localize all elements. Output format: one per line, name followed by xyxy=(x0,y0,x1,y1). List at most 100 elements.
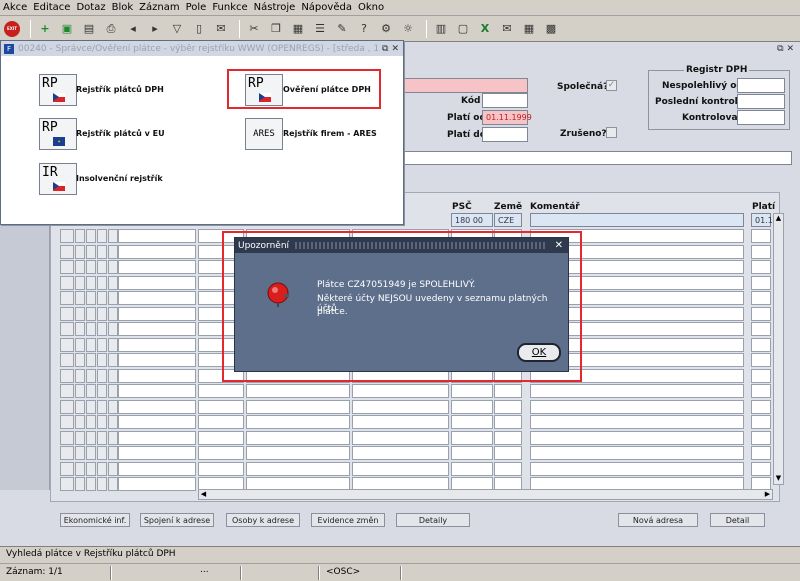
row-flag-cell[interactable] xyxy=(97,415,107,429)
cut-icon[interactable]: ✂ xyxy=(245,20,263,38)
spolecna-checkbox[interactable]: ✓ xyxy=(606,80,617,91)
row-flag-cell[interactable] xyxy=(60,291,74,305)
row-flag-cell[interactable] xyxy=(86,306,96,321)
calendar-icon[interactable]: ▦ xyxy=(520,20,538,38)
row-flag-cell[interactable] xyxy=(75,353,85,367)
table-cell[interactable] xyxy=(751,306,771,321)
menu-blok[interactable]: Blok xyxy=(112,2,134,13)
row-flag-cell[interactable] xyxy=(86,291,96,305)
detail-button[interactable]: Detail xyxy=(710,513,765,527)
grid-vertical-scrollbar[interactable] xyxy=(773,213,784,485)
row-flag-cell[interactable] xyxy=(60,306,74,321)
rejstrik-platcu-eu-button[interactable]: RP ✦ xyxy=(39,118,77,150)
row-flag-cell[interactable] xyxy=(108,384,118,398)
table-cell[interactable] xyxy=(530,399,744,414)
insolvencni-rejstrik-label[interactable]: Insolvenční rejstřík xyxy=(76,174,163,183)
menu-napoveda[interactable]: Nápověda xyxy=(301,2,352,13)
row-flag-cell[interactable] xyxy=(60,244,74,259)
row-flag-cell[interactable] xyxy=(75,306,85,321)
table-cell[interactable] xyxy=(352,384,449,398)
row-flag-cell[interactable] xyxy=(108,306,118,321)
row-flag-cell[interactable] xyxy=(97,353,107,367)
table-cell[interactable] xyxy=(118,399,196,414)
menu-pole[interactable]: Pole xyxy=(186,2,207,13)
help-icon[interactable]: ? xyxy=(355,20,373,38)
table-cell[interactable] xyxy=(751,415,771,429)
grid-horizontal-scrollbar[interactable] xyxy=(198,489,773,500)
nova-adresa-button[interactable]: Nová adresa xyxy=(618,513,698,527)
row-flag-cell[interactable] xyxy=(97,430,107,445)
table-cell[interactable] xyxy=(118,244,196,259)
table-cell[interactable] xyxy=(751,337,771,352)
menu-editace[interactable]: Editace xyxy=(33,2,70,13)
row-flag-cell[interactable] xyxy=(60,368,74,383)
table-cell[interactable] xyxy=(494,461,522,476)
row-flag-cell[interactable] xyxy=(108,353,118,367)
row-flag-cell[interactable] xyxy=(108,244,118,259)
scroll-down-icon[interactable]: ▼ xyxy=(774,474,783,483)
paste-icon[interactable]: ▦ xyxy=(289,20,307,38)
kontroloval-field[interactable] xyxy=(737,110,785,125)
row-flag-cell[interactable] xyxy=(75,399,85,414)
edit-icon[interactable]: ✎ xyxy=(333,20,351,38)
excel-icon[interactable]: X xyxy=(476,20,494,38)
registry-window-titlebar[interactable]: F 00240 - Správce/Ověření plátce - výběr… xyxy=(1,41,403,56)
row-flag-cell[interactable] xyxy=(97,384,107,398)
table-cell[interactable] xyxy=(352,461,449,476)
menu-akce[interactable]: Akce xyxy=(3,2,27,13)
row-flag-cell[interactable] xyxy=(108,461,118,476)
table-cell[interactable] xyxy=(530,415,744,429)
scroll-right-icon[interactable]: ▶ xyxy=(763,490,772,499)
long-text-field[interactable] xyxy=(404,151,792,165)
row-flag-cell[interactable] xyxy=(97,477,107,491)
overeni-platce-dph-label[interactable]: Ověření plátce DPH xyxy=(283,85,371,94)
detaily-button[interactable]: Detaily xyxy=(396,513,470,527)
row-flag-cell[interactable] xyxy=(60,415,74,429)
rejstrik-firem-ares-button[interactable]: ARES xyxy=(245,118,283,150)
table-cell[interactable] xyxy=(352,399,449,414)
query-icon[interactable]: ▯ xyxy=(190,20,208,38)
table-cell[interactable] xyxy=(751,461,771,476)
table-cell[interactable] xyxy=(751,322,771,336)
row-flag-cell[interactable] xyxy=(75,244,85,259)
note-icon[interactable]: ▥ xyxy=(432,20,450,38)
row-flag-cell[interactable] xyxy=(86,477,96,491)
table-cell[interactable] xyxy=(246,430,350,445)
menu-okno[interactable]: Okno xyxy=(358,2,384,13)
table-cell[interactable] xyxy=(118,477,196,491)
row-flag-cell[interactable] xyxy=(97,399,107,414)
row-flag-cell[interactable] xyxy=(75,291,85,305)
row-flag-cell[interactable] xyxy=(86,399,96,414)
table-cell[interactable] xyxy=(246,415,350,429)
exit-icon[interactable]: EXIT xyxy=(3,20,21,38)
row-flag-cell[interactable] xyxy=(108,477,118,491)
row-flag-cell[interactable] xyxy=(75,275,85,290)
rejstrik-firem-ares-label[interactable]: Rejstřík firem - ARES xyxy=(283,129,377,138)
row-flag-cell[interactable] xyxy=(108,446,118,460)
row-flag-cell[interactable] xyxy=(97,368,107,383)
table-cell[interactable] xyxy=(246,446,350,460)
row-flag-cell[interactable] xyxy=(60,353,74,367)
kod-field[interactable] xyxy=(482,93,528,108)
first-row-zeme[interactable]: CZE xyxy=(494,213,522,227)
table-cell[interactable] xyxy=(494,430,522,445)
row-flag-cell[interactable] xyxy=(108,229,118,243)
table-cell[interactable] xyxy=(751,244,771,259)
table-cell[interactable] xyxy=(751,353,771,367)
row-flag-cell[interactable] xyxy=(97,337,107,352)
delete-record-icon[interactable]: ▣ xyxy=(58,20,76,38)
mail2-icon[interactable]: ✉ xyxy=(498,20,516,38)
table-cell[interactable] xyxy=(751,446,771,460)
table-cell[interactable] xyxy=(751,430,771,445)
table-cell[interactable] xyxy=(246,384,350,398)
menu-nastroje[interactable]: Nástroje xyxy=(254,2,296,13)
table-cell[interactable] xyxy=(451,430,493,445)
filter-icon[interactable]: ▽ xyxy=(168,20,186,38)
table-cell[interactable] xyxy=(246,399,350,414)
table-cell[interactable] xyxy=(352,415,449,429)
table-cell[interactable] xyxy=(118,461,196,476)
row-flag-cell[interactable] xyxy=(60,446,74,460)
table-cell[interactable] xyxy=(118,291,196,305)
row-flag-cell[interactable] xyxy=(60,399,74,414)
first-row-plati[interactable]: 01.1 xyxy=(751,213,773,227)
